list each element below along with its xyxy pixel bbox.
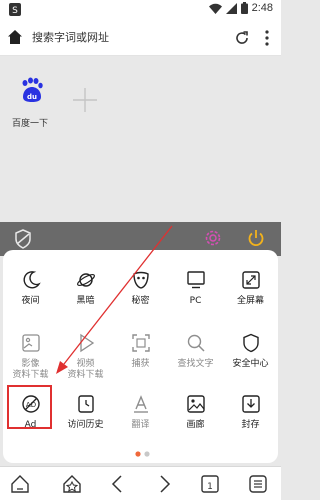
image-download-icon [21,334,40,352]
refresh-icon[interactable] [233,29,251,47]
menu-find-text-label: 查找文字 [177,359,214,369]
menu-dark-label: 黑暗 [76,296,95,306]
settings-gear-icon[interactable] [203,228,223,248]
menu-capture-label: 捕获 [131,359,150,369]
archive-download-icon [241,395,260,413]
mask-icon [132,271,149,289]
search-input[interactable]: 搜索字词或网址 [32,28,222,48]
svg-text:du: du [27,93,37,101]
menu-image-download-line2: 资料下载 [12,370,49,380]
gallery-icon [186,395,205,413]
menu-history-label: 访问历史 [67,420,104,430]
speed-dial-baidu[interactable]: du 百度一下 [10,77,54,129]
menu-translate-label: 翻译 [131,420,150,430]
power-icon[interactable] [246,228,266,248]
menu-video-download-label: 视频 资料下载 [58,359,113,381]
home-nav-icon[interactable] [9,473,31,495]
menu-archive[interactable]: 封存 [223,394,278,431]
bookmark-home-icon[interactable] [61,473,83,495]
menu-private-label: 秘密 [131,296,150,306]
menu-video-download-line2: 资料下载 [67,370,104,380]
bottom-toolbar: 1 [0,466,281,500]
menu-video-download-line1: 视频 [76,359,95,369]
menu-private-mode[interactable]: 秘密 [113,270,168,307]
menu-find-text[interactable]: 查找文字 [168,333,223,370]
menu-translate[interactable]: 翻译 [113,394,168,431]
svg-text:1: 1 [207,482,213,492]
forward-icon[interactable] [153,473,175,495]
add-shortcut-icon[interactable] [72,87,98,113]
address-bar: 搜索字词或网址 [0,20,281,56]
quick-menu-panel: 夜间 黑暗 秘密 PC 全屏幕 影像 资料下载 视频 资料下载 捕获 查找文字 … [3,250,278,463]
signal-icon [225,2,237,14]
baidu-logo-icon: du [22,77,43,102]
menu-image-download-label: 影像 资料下载 [3,359,58,381]
search-icon [187,334,205,352]
status-icons: 2:48 [208,2,273,14]
app-notification-icon: S [9,3,21,16]
status-bar: S 2:48 [0,0,281,20]
menu-image-download[interactable]: 影像 资料下载 [3,333,58,381]
svg-text:S: S [12,6,18,16]
ad-highlight-box [7,385,52,429]
menu-pc-label: PC [189,296,202,306]
menu-image-download-line1: 影像 [21,359,40,369]
fullscreen-icon [241,271,260,289]
menu-gallery-label: 画廊 [186,420,205,430]
menu-security-label: 安全中心 [232,359,269,369]
menu-security-center[interactable]: 安全中心 [223,333,278,370]
menu-archive-label: 封存 [241,420,260,430]
history-clock-icon [77,395,94,413]
translate-icon [133,395,148,413]
back-icon[interactable] [107,473,129,495]
battery-icon [240,2,248,14]
menu-capture[interactable]: 捕获 [113,333,168,370]
menu-fullscreen[interactable]: 全屏幕 [223,270,278,307]
menu-gallery[interactable]: 画廊 [168,394,223,431]
menu-fullscreen-label: 全屏幕 [236,296,264,306]
shield-icon[interactable] [14,229,32,249]
menu-history[interactable]: 访问历史 [58,394,113,431]
menu-dark-mode[interactable]: 黑暗 [58,270,113,307]
capture-icon [131,334,150,352]
menu-pc-mode[interactable]: PC [168,270,223,307]
menu-icon[interactable] [247,473,269,495]
tabs-icon[interactable]: 1 [199,473,221,495]
home-icon[interactable] [8,30,22,44]
moon-icon [23,271,41,289]
monitor-icon [186,271,205,289]
security-shield-icon [242,333,259,353]
menu-video-download[interactable]: 视频 资料下载 [58,333,113,381]
video-download-icon [79,333,94,353]
page-indicator [135,451,150,457]
wifi-icon [208,3,222,14]
more-menu-icon[interactable] [262,29,272,47]
start-page: du 百度一下 [0,57,281,222]
menu-night-mode[interactable]: 夜间 [3,270,58,307]
speed-dial-label: 百度一下 [11,119,48,129]
menu-night-label: 夜间 [21,296,40,306]
planet-icon [76,273,95,287]
status-time: 2:48 [251,2,273,14]
